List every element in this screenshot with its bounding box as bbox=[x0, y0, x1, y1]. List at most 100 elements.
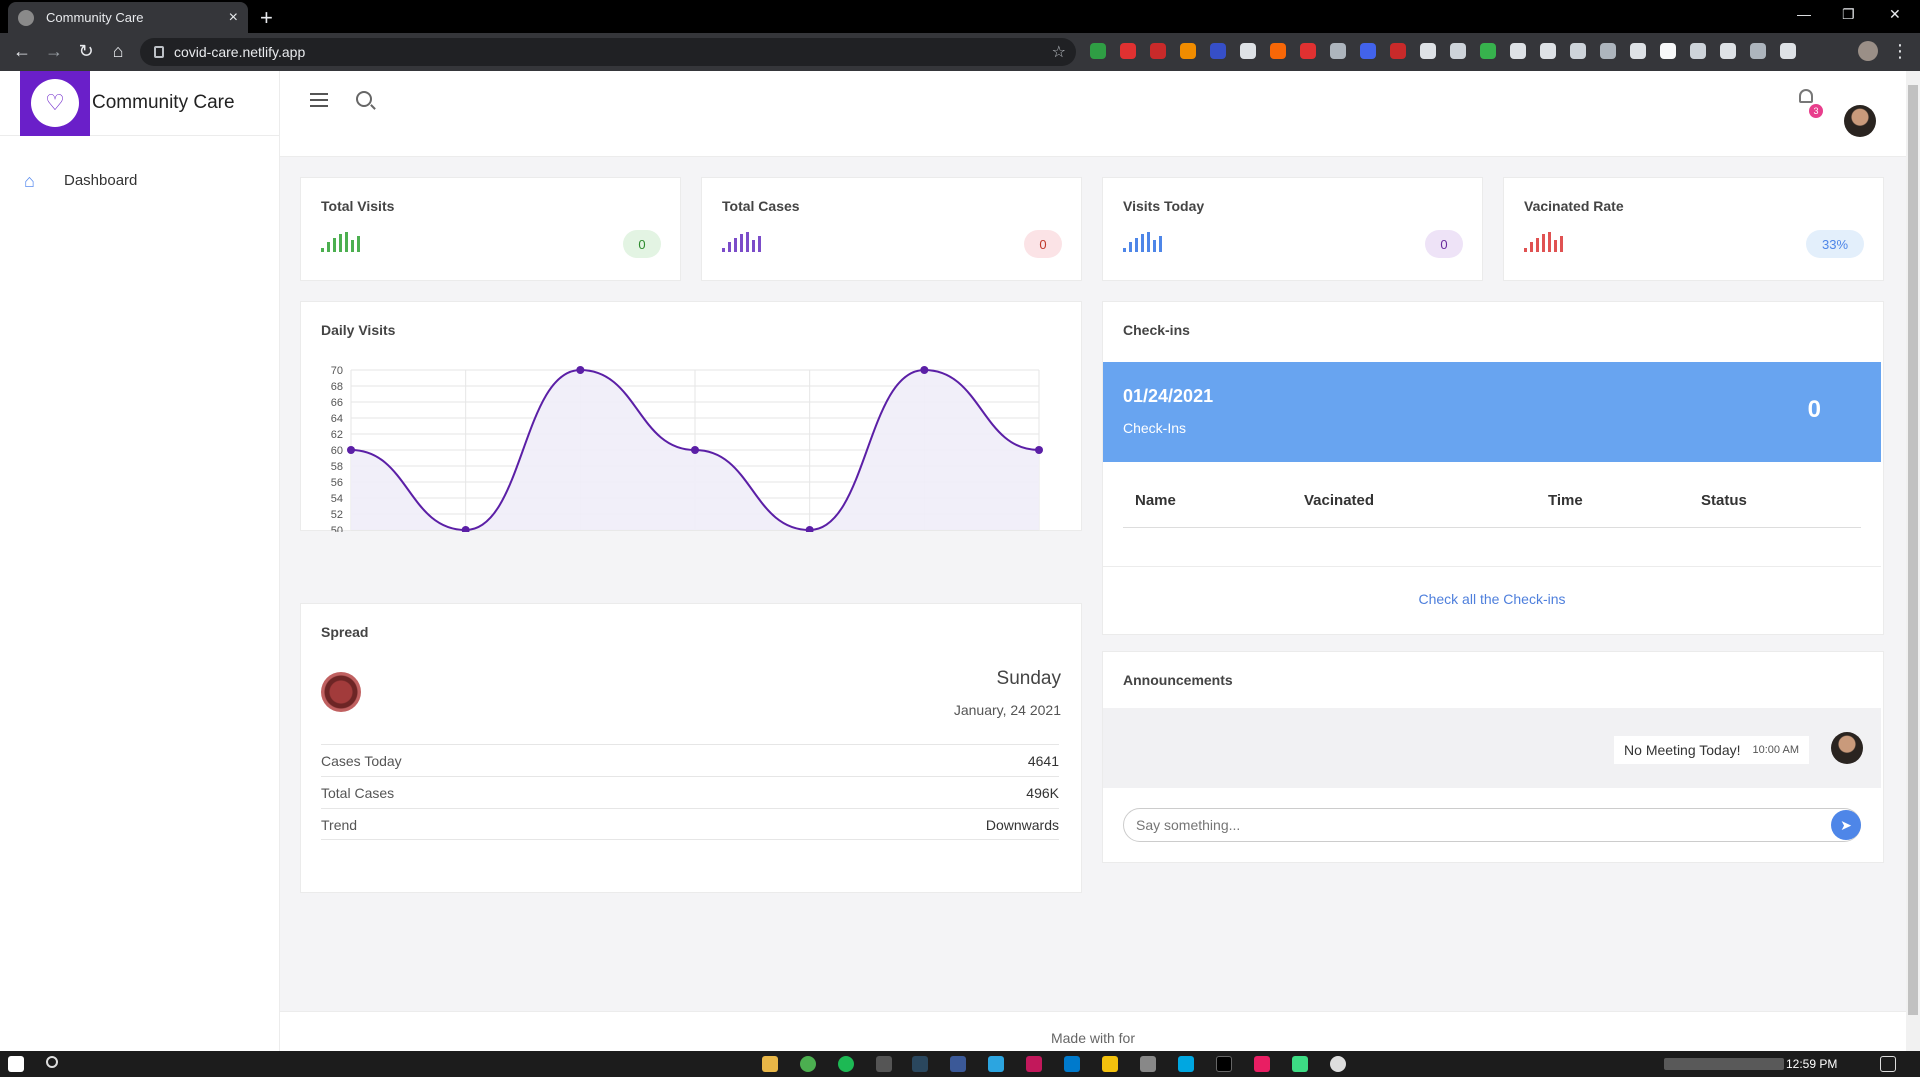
page-scrollbar[interactable] bbox=[1906, 71, 1920, 1051]
windows-start-icon[interactable] bbox=[8, 1056, 24, 1072]
android-studio-icon[interactable] bbox=[1292, 1056, 1308, 1072]
extension-icon[interactable] bbox=[1420, 43, 1436, 59]
taskbar-clock[interactable]: 12:59 PM bbox=[1786, 1057, 1837, 1071]
forward-icon[interactable]: → bbox=[42, 41, 66, 62]
notifications-icon[interactable] bbox=[1880, 1056, 1896, 1072]
app-icon[interactable] bbox=[1026, 1056, 1042, 1072]
extension-icon[interactable] bbox=[1180, 43, 1196, 59]
profile-avatar[interactable] bbox=[1858, 41, 1878, 61]
spread-row-label: Cases Today bbox=[321, 753, 402, 769]
sidebar-item-dashboard[interactable]: ⌂ Dashboard bbox=[24, 171, 138, 191]
sparkline-bars bbox=[321, 230, 360, 252]
sender-avatar bbox=[1831, 732, 1863, 764]
browser-menu-icon[interactable]: ⋮ bbox=[1888, 41, 1912, 62]
app-icon[interactable] bbox=[1178, 1056, 1194, 1072]
checkins-title: Check-ins bbox=[1123, 322, 1190, 338]
new-tab-button[interactable]: + bbox=[260, 5, 273, 31]
extensions-puzzle-icon[interactable] bbox=[1780, 43, 1796, 59]
extension-icon[interactable] bbox=[1600, 43, 1616, 59]
close-window-icon[interactable]: ✕ bbox=[1889, 6, 1901, 23]
extension-icon[interactable] bbox=[1330, 43, 1346, 59]
spread-day: Sunday bbox=[996, 668, 1061, 689]
extension-icon[interactable] bbox=[1120, 43, 1136, 59]
column-header-name[interactable]: Name bbox=[1135, 492, 1176, 509]
app-icon[interactable] bbox=[1254, 1056, 1270, 1072]
app-icon[interactable] bbox=[1140, 1056, 1156, 1072]
app-icon[interactable] bbox=[1330, 1056, 1346, 1072]
restore-icon[interactable]: ❐ bbox=[1842, 6, 1855, 23]
extension-icon[interactable] bbox=[1210, 43, 1226, 59]
y-tick-label: 56 bbox=[331, 477, 343, 489]
system-tray-icons[interactable] bbox=[1664, 1058, 1784, 1070]
extension-icon[interactable] bbox=[1090, 43, 1106, 59]
daily-visits-card: Daily Visits 5052545658606264666870Monda… bbox=[300, 301, 1082, 532]
extension-icon[interactable] bbox=[1720, 43, 1736, 59]
globe-icon bbox=[18, 9, 34, 26]
column-header-status[interactable]: Status bbox=[1701, 492, 1747, 509]
app-icon[interactable] bbox=[950, 1056, 966, 1072]
stat-value: 0 bbox=[1024, 230, 1062, 258]
chrome-icon[interactable] bbox=[800, 1056, 816, 1072]
extension-icon[interactable] bbox=[1660, 43, 1676, 59]
extension-icon[interactable] bbox=[1540, 43, 1556, 59]
app-icon[interactable] bbox=[1216, 1056, 1232, 1072]
reload-icon[interactable]: ↻ bbox=[74, 41, 98, 62]
menu-icon[interactable] bbox=[310, 93, 328, 111]
close-tab-icon[interactable]: × bbox=[229, 9, 238, 27]
extension-icon[interactable] bbox=[1630, 43, 1646, 59]
send-icon[interactable]: ➤ bbox=[1831, 810, 1861, 840]
stat-value: 0 bbox=[1425, 230, 1463, 258]
browser-tab[interactable]: Community Care × bbox=[8, 2, 248, 33]
taskbar: 12:59 PM bbox=[0, 1051, 1920, 1077]
extension-icon[interactable] bbox=[1270, 43, 1286, 59]
search-icon[interactable] bbox=[356, 91, 372, 107]
extension-icon[interactable] bbox=[1150, 43, 1166, 59]
minimize-icon[interactable]: — bbox=[1797, 6, 1811, 22]
extension-icon[interactable] bbox=[1390, 43, 1406, 59]
bell-icon[interactable] bbox=[1799, 89, 1813, 103]
data-point bbox=[347, 446, 355, 454]
app-icon[interactable] bbox=[1102, 1056, 1118, 1072]
stat-card-total-visits: Total Visits 0 bbox=[300, 177, 681, 281]
column-header-vaccinated[interactable]: Vacinated bbox=[1304, 492, 1374, 509]
telegram-icon[interactable] bbox=[988, 1056, 1004, 1072]
sparkline-bars bbox=[1524, 230, 1563, 252]
home-browser-icon[interactable]: ⌂ bbox=[106, 41, 130, 62]
data-point bbox=[1035, 446, 1043, 454]
scrollbar-thumb[interactable] bbox=[1908, 85, 1918, 1015]
user-avatar[interactable] bbox=[1844, 105, 1876, 137]
spread-row-value: 4641 bbox=[1027, 753, 1059, 769]
sidebar-item-label: Dashboard bbox=[64, 171, 138, 189]
extension-icon[interactable] bbox=[1240, 43, 1256, 59]
notification-badge: 3 bbox=[1809, 104, 1823, 118]
search-taskbar-icon[interactable] bbox=[46, 1056, 58, 1068]
extension-icon[interactable] bbox=[1570, 43, 1586, 59]
extension-icon[interactable] bbox=[1300, 43, 1316, 59]
brand[interactable]: ♡ Community Care bbox=[0, 71, 280, 136]
spotify-icon[interactable] bbox=[838, 1056, 854, 1072]
check-all-checkins-link[interactable]: Check all the Check-ins bbox=[1103, 566, 1881, 626]
address-bar[interactable]: covid-care.netlify.app ☆ bbox=[140, 38, 1076, 66]
extension-icon[interactable] bbox=[1480, 43, 1496, 59]
extension-icon[interactable] bbox=[1690, 43, 1706, 59]
vscode-icon[interactable] bbox=[1064, 1056, 1080, 1072]
extension-icon[interactable] bbox=[1510, 43, 1526, 59]
browser-toolbar: ← → ↻ ⌂ covid-care.netlify.app ☆ ⋮ bbox=[0, 33, 1920, 71]
y-tick-label: 60 bbox=[331, 445, 343, 457]
bookmark-star-icon[interactable]: ☆ bbox=[1052, 42, 1066, 62]
checkins-banner: 01/24/2021 Check-Ins 0 bbox=[1103, 362, 1881, 462]
extension-icon[interactable] bbox=[1750, 43, 1766, 59]
column-header-time[interactable]: Time bbox=[1548, 492, 1583, 509]
app-icon[interactable] bbox=[876, 1056, 892, 1072]
topbar: 3 bbox=[280, 71, 1906, 157]
extension-icon[interactable] bbox=[1450, 43, 1466, 59]
stat-card-vaccinated-rate: Vacinated Rate 33% bbox=[1503, 177, 1884, 281]
message-input[interactable] bbox=[1123, 808, 1861, 842]
extension-icon[interactable] bbox=[1360, 43, 1376, 59]
file-explorer-icon[interactable] bbox=[762, 1056, 778, 1072]
steam-icon[interactable] bbox=[912, 1056, 928, 1072]
browser-tabstrip: Community Care × + — ❐ ✕ bbox=[0, 0, 1920, 33]
y-tick-label: 64 bbox=[331, 413, 343, 425]
stat-card-visits-today: Visits Today 0 bbox=[1102, 177, 1483, 281]
back-icon[interactable]: ← bbox=[10, 41, 34, 62]
